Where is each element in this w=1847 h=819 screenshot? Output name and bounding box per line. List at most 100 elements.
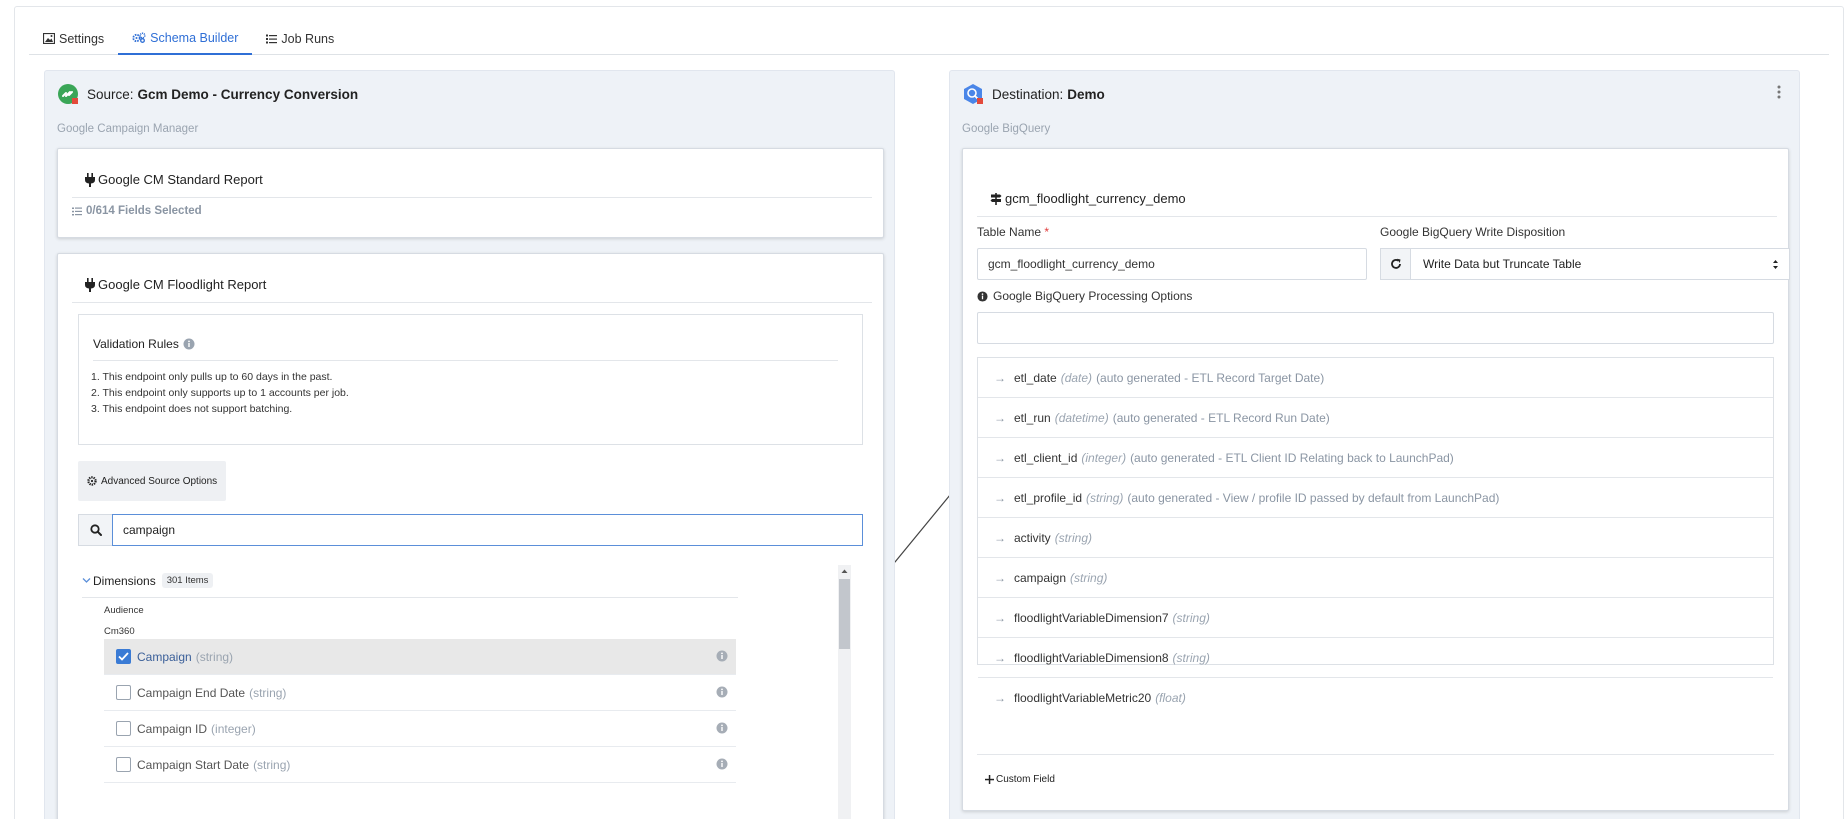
validation-rules-box: Validation Rules 1. This endpoint only p… (78, 314, 863, 445)
chevron-down-icon[interactable] (82, 577, 91, 584)
tab-label: Schema Builder (150, 30, 239, 45)
write-disposition-select-group: Write Data but Truncate Table (1380, 248, 1790, 280)
field-type: (string) (195, 649, 234, 664)
group-label-cm360: Cm360 (104, 626, 135, 637)
refresh-button[interactable] (1380, 248, 1410, 280)
destination-prefix: Destination: (992, 86, 1064, 102)
info-icon[interactable] (716, 722, 728, 734)
field-row-campaign-end-date[interactable]: Campaign End Date (string) (104, 675, 736, 711)
divider (72, 302, 872, 303)
field-type: (string) (1172, 610, 1210, 625)
tab-schema-builder[interactable]: Schema Builder (118, 22, 253, 55)
field-type: (datetime) (1054, 410, 1109, 425)
source-name: Gcm Demo - Currency Conversion (137, 86, 359, 102)
plug-icon (85, 172, 95, 187)
source-prefix: Source: (87, 86, 134, 102)
field-name: campaign (1014, 570, 1067, 585)
group-label-audience: Audience (104, 605, 144, 616)
add-custom-field-button[interactable]: Custom Field (985, 774, 1055, 785)
destination-field-row[interactable]: → etl_run (datetime) (auto generated - ETL … (978, 398, 1773, 438)
dimensions-header[interactable]: Dimensions 301 Items (82, 573, 214, 588)
arrow-right-icon: → (994, 410, 1006, 425)
plus-icon (985, 775, 994, 784)
info-icon[interactable] (716, 686, 728, 698)
link-icon (58, 84, 78, 104)
advanced-source-options-button[interactable]: Advanced Source Options (78, 461, 227, 501)
scrollbar-thumb[interactable] (839, 579, 850, 649)
destination-field-row[interactable]: → etl_date (date) (auto generated - ETL Rec… (978, 358, 1773, 398)
destination-field-row[interactable]: → floodlightVariableDimension8 (string) (978, 638, 1773, 678)
gears-icon (132, 32, 146, 43)
divider (82, 597, 738, 598)
field-name: activity (1014, 530, 1051, 545)
field-type: (float) (1155, 691, 1186, 705)
field-row-campaign-start-date[interactable]: Campaign Start Date (string) (104, 747, 736, 783)
field-name: etl_profile_id (1014, 490, 1083, 505)
info-icon[interactable] (183, 338, 195, 350)
tree-scrollbar[interactable] (838, 565, 851, 819)
field-checkbox[interactable] (116, 685, 131, 700)
arrow-right-icon: → (994, 650, 1006, 665)
standard-report-title-text: Google CM Standard Report (98, 172, 263, 187)
validation-rule: 2. This endpoint only supports up to 1 a… (91, 387, 349, 399)
list-icon (266, 34, 278, 43)
tab-settings[interactable]: Settings (29, 22, 118, 55)
field-checkbox[interactable] (116, 649, 131, 664)
divider (977, 754, 1774, 755)
field-checkbox[interactable] (116, 721, 131, 736)
standard-report-card[interactable]: Google CM Standard Report 0/614 Fields S… (57, 148, 884, 238)
signpost-icon (990, 192, 1002, 205)
field-name: etl_run (1014, 410, 1051, 425)
arrow-right-icon: → (994, 691, 1006, 705)
divider (93, 360, 838, 361)
field-description: (auto generated - ETL Record Target Date… (1096, 370, 1325, 385)
processing-options-label-text: Google BigQuery Processing Options (993, 289, 1193, 303)
processing-options-label: Google BigQuery Processing Options (977, 289, 1192, 303)
divider (72, 197, 872, 198)
info-icon[interactable] (716, 758, 728, 770)
kebab-menu-icon[interactable] (1777, 85, 1781, 99)
write-disposition-label: Google BigQuery Write Disposition (1380, 225, 1566, 239)
fields-selected-text: 0/614 Fields Selected (86, 205, 202, 217)
write-disposition-select[interactable]: Write Data but Truncate Table (1410, 248, 1790, 280)
destination-field-row[interactable]: → etl_client_id (integer) (auto generated -… (978, 438, 1773, 478)
destination-name: Demo (1067, 86, 1105, 102)
field-name: etl_date (1014, 370, 1057, 385)
field-checkbox[interactable] (116, 757, 131, 772)
field-name: etl_client_id (1014, 450, 1078, 465)
plug-icon (85, 277, 95, 292)
info-icon[interactable] (977, 290, 988, 302)
image-icon (43, 33, 55, 44)
destination-field-row[interactable]: → etl_profile_id (string) (auto generated -… (978, 478, 1773, 518)
field-row-campaign-id[interactable]: Campaign ID (integer) (104, 711, 736, 747)
table-name-value: gcm_floodlight_currency_demo (988, 257, 1155, 271)
arrow-right-icon: → (994, 450, 1006, 465)
arrow-right-icon: → (994, 370, 1006, 385)
refresh-icon (1390, 258, 1401, 269)
field-type: (date) (1060, 370, 1093, 385)
table-name-label-text: Table Name (977, 225, 1042, 239)
destination-field-row[interactable]: → floodlightVariableDimension7 (string) (978, 598, 1773, 638)
tab-label: Job Runs (281, 31, 335, 46)
destination-field-row[interactable]: → floodlightVariableMetric20 (float) (978, 678, 1773, 718)
table-heading-text: gcm_floodlight_currency_demo (1005, 191, 1186, 206)
field-type: (string) (253, 757, 291, 772)
field-name: Campaign ID (137, 721, 208, 736)
info-icon[interactable] (716, 650, 728, 662)
field-row-campaign[interactable]: Campaign (string) (104, 639, 736, 675)
destination-field-row[interactable]: → campaign (string) (978, 558, 1773, 598)
processing-options-input[interactable] (977, 312, 1774, 344)
advanced-source-options-label: Advanced Source Options (101, 475, 218, 487)
field-name: Campaign End Date (137, 685, 246, 700)
destination-field-row[interactable]: → activity (string) (978, 518, 1773, 558)
search-input[interactable] (112, 514, 863, 546)
floodlight-report-title-text: Google CM Floodlight Report (98, 277, 267, 292)
table-name-input[interactable]: gcm_floodlight_currency_demo (977, 248, 1367, 280)
scroll-up-arrow-icon[interactable] (838, 565, 851, 577)
tab-job-runs[interactable]: Job Runs (252, 22, 348, 55)
validation-rule: 1. This endpoint only pulls up to 60 day… (91, 371, 333, 383)
field-description: (auto generated - View / profile ID pass… (1127, 490, 1500, 505)
destination-panel: Destination: Demo Google BigQuery gcm_fl… (949, 70, 1800, 819)
write-disposition-value: Write Data but Truncate Table (1423, 257, 1582, 271)
field-type: (string) (1070, 570, 1108, 585)
